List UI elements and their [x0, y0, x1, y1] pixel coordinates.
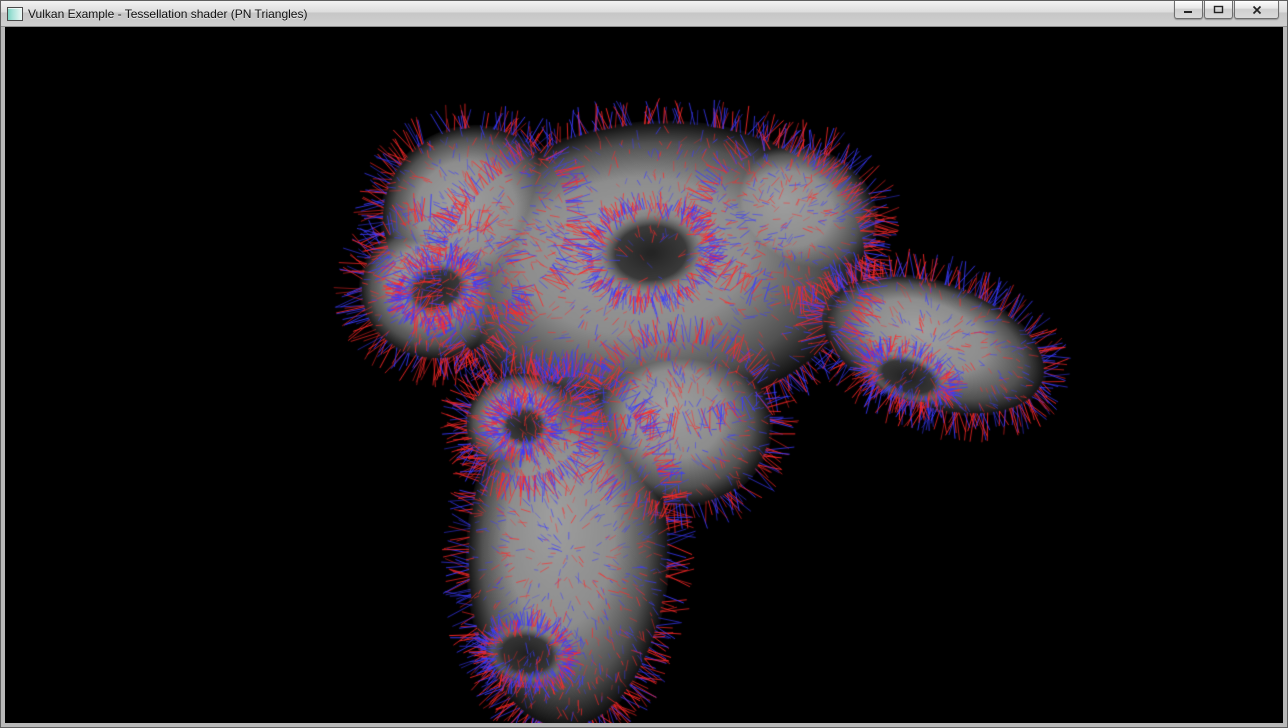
render-canvas[interactable] — [5, 27, 1283, 723]
minimize-button[interactable] — [1174, 1, 1203, 19]
maximize-button[interactable] — [1204, 1, 1233, 19]
minimize-icon — [1183, 5, 1194, 14]
app-icon — [7, 7, 23, 21]
close-button[interactable] — [1234, 1, 1279, 19]
caption-buttons — [1174, 1, 1279, 19]
maximize-icon — [1213, 5, 1224, 14]
close-icon — [1252, 5, 1262, 15]
window-title: Vulkan Example - Tessellation shader (PN… — [28, 7, 307, 21]
titlebar[interactable]: Vulkan Example - Tessellation shader (PN… — [1, 1, 1287, 27]
app-window: Vulkan Example - Tessellation shader (PN… — [0, 0, 1288, 728]
render-viewport — [5, 27, 1283, 723]
